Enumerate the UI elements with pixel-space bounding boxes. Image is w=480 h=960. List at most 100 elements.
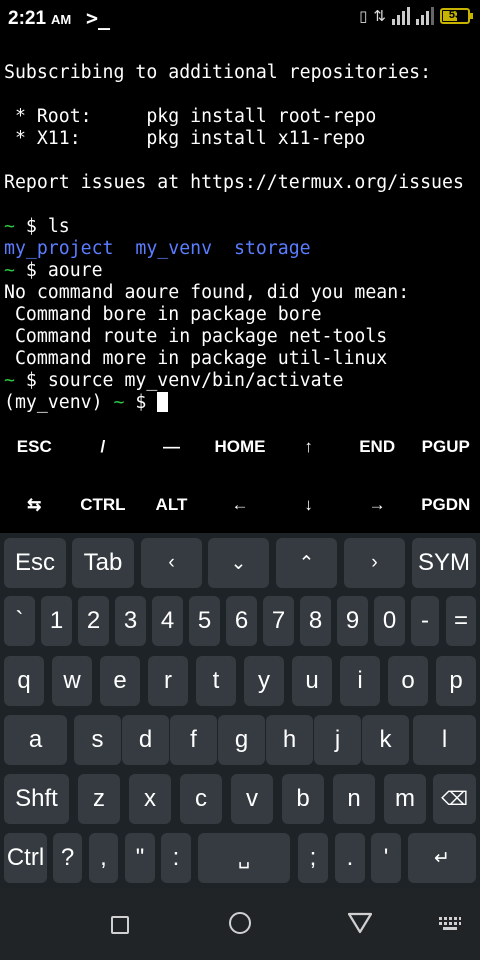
- prompt-tilde: ~: [4, 370, 15, 391]
- key-z[interactable]: z: [78, 774, 120, 824]
- command-text: source my_venv/bin/activate: [47, 370, 344, 391]
- extra-key-dash[interactable]: —: [137, 418, 206, 476]
- key-k[interactable]: k: [362, 715, 409, 765]
- terminal-line: Command more in package util-linux: [4, 348, 388, 369]
- key-h[interactable]: h: [266, 715, 313, 765]
- terminal-line: ~ $ aoure: [4, 260, 480, 282]
- key-o[interactable]: o: [388, 656, 428, 706]
- terminal-input-line[interactable]: (my_venv) ~ $: [4, 392, 480, 414]
- key-5[interactable]: 5: [189, 596, 220, 646]
- extra-key-left[interactable]: ←: [206, 476, 275, 534]
- key-v[interactable]: v: [231, 774, 273, 824]
- key-m[interactable]: m: [384, 774, 426, 824]
- key-f[interactable]: f: [170, 715, 217, 765]
- extra-key-home[interactable]: HOME: [206, 418, 275, 476]
- terminal-line: ~ $ ls: [4, 216, 480, 238]
- keyboard-switch-icon[interactable]: [438, 916, 462, 932]
- termux-notification-icon: >_: [86, 6, 111, 30]
- key-space[interactable]: ␣: [198, 833, 290, 883]
- key-n[interactable]: n: [333, 774, 375, 824]
- command-text: ls: [47, 216, 70, 237]
- key-b[interactable]: b: [282, 774, 324, 824]
- key-7[interactable]: 7: [263, 596, 294, 646]
- key-l[interactable]: l: [413, 715, 476, 765]
- soft-keyboard: Esc Tab ‹ ⌄ ⌃ › SYM ` 1 2 3 4 5 6 7 8 9 …: [0, 533, 480, 888]
- key-4[interactable]: 4: [152, 596, 183, 646]
- extra-key-pgup[interactable]: PGUP: [411, 418, 480, 476]
- text-cursor: [157, 392, 169, 412]
- key-backtick[interactable]: `: [4, 596, 35, 646]
- terminal-line: * Root: pkg install root-repo: [4, 106, 480, 128]
- key-t[interactable]: t: [196, 656, 236, 706]
- key-y[interactable]: y: [244, 656, 284, 706]
- terminal-line: Command route in package net-tools: [4, 326, 388, 347]
- key-a[interactable]: a: [4, 715, 67, 765]
- key-j[interactable]: j: [314, 715, 361, 765]
- key-period[interactable]: .: [335, 833, 365, 883]
- recents-icon[interactable]: [111, 916, 129, 934]
- backspace-icon[interactable]: ⌫: [433, 774, 476, 824]
- repo-command: pkg install x11-repo: [146, 128, 366, 149]
- key-r[interactable]: r: [148, 656, 188, 706]
- key-i[interactable]: i: [340, 656, 380, 706]
- key-tab[interactable]: Tab: [72, 538, 134, 588]
- key-comma[interactable]: ,: [89, 833, 118, 883]
- key-down-arrow[interactable]: ⌄: [208, 538, 269, 588]
- keyboard-row: q w e r t y u i o p: [0, 656, 480, 706]
- terminal-line: Command bore in package bore: [4, 304, 322, 325]
- key-e[interactable]: e: [100, 656, 140, 706]
- key-2[interactable]: 2: [78, 596, 109, 646]
- key-apostrophe[interactable]: ': [371, 833, 401, 883]
- terminal-output[interactable]: Subscribing to additional repositories: …: [4, 62, 480, 414]
- key-w[interactable]: w: [52, 656, 92, 706]
- extra-key-ctrl[interactable]: CTRL: [69, 476, 138, 534]
- dir-entry: storage: [233, 238, 311, 259]
- extra-key-up[interactable]: ↑: [274, 418, 343, 476]
- back-icon[interactable]: [347, 912, 373, 934]
- key-1[interactable]: 1: [41, 596, 72, 646]
- key-u[interactable]: u: [292, 656, 332, 706]
- keyboard-row: Ctrl ? , " : ␣ ; . ' ↵: [0, 833, 480, 883]
- extra-key-slash[interactable]: /: [69, 418, 138, 476]
- key-q[interactable]: q: [4, 656, 44, 706]
- key-p[interactable]: p: [436, 656, 476, 706]
- vibrate-icon: ▯: [359, 7, 368, 25]
- signal-icon: [416, 7, 434, 25]
- key-right-arrow[interactable]: ›: [344, 538, 405, 588]
- key-equals[interactable]: =: [446, 596, 476, 646]
- key-ctrl[interactable]: Ctrl: [4, 833, 47, 883]
- prompt-tilde: ~: [4, 216, 15, 237]
- home-icon[interactable]: [229, 912, 251, 934]
- extra-key-down[interactable]: ↓: [274, 476, 343, 534]
- key-doublequote[interactable]: ": [125, 833, 155, 883]
- extra-key-right[interactable]: →: [343, 476, 412, 534]
- key-question[interactable]: ?: [53, 833, 82, 883]
- extra-key-esc[interactable]: ESC: [0, 418, 69, 476]
- key-0[interactable]: 0: [374, 596, 405, 646]
- key-x[interactable]: x: [129, 774, 171, 824]
- key-left-arrow[interactable]: ‹: [141, 538, 202, 588]
- keyboard-row: a s d f g h j k l: [0, 715, 480, 765]
- key-shift[interactable]: Shft: [4, 774, 69, 824]
- extra-key-alt[interactable]: ALT: [137, 476, 206, 534]
- key-esc[interactable]: Esc: [4, 538, 66, 588]
- key-sym[interactable]: SYM: [412, 538, 476, 588]
- key-8[interactable]: 8: [300, 596, 331, 646]
- extra-key-tab[interactable]: ⇆: [0, 476, 69, 534]
- key-9[interactable]: 9: [337, 596, 368, 646]
- key-minus[interactable]: -: [411, 596, 439, 646]
- battery-level: 53: [448, 9, 462, 21]
- venv-prefix: (my_venv): [4, 392, 114, 413]
- key-semicolon[interactable]: ;: [298, 833, 328, 883]
- extra-key-end[interactable]: END: [343, 418, 412, 476]
- key-g[interactable]: g: [218, 715, 265, 765]
- key-d[interactable]: d: [122, 715, 169, 765]
- key-3[interactable]: 3: [115, 596, 146, 646]
- enter-icon[interactable]: ↵: [408, 833, 476, 883]
- extra-key-pgdn[interactable]: PGDN: [411, 476, 480, 534]
- key-s[interactable]: s: [74, 715, 121, 765]
- key-colon[interactable]: :: [161, 833, 191, 883]
- key-up-arrow[interactable]: ⌃: [276, 538, 337, 588]
- key-6[interactable]: 6: [226, 596, 257, 646]
- key-c[interactable]: c: [180, 774, 222, 824]
